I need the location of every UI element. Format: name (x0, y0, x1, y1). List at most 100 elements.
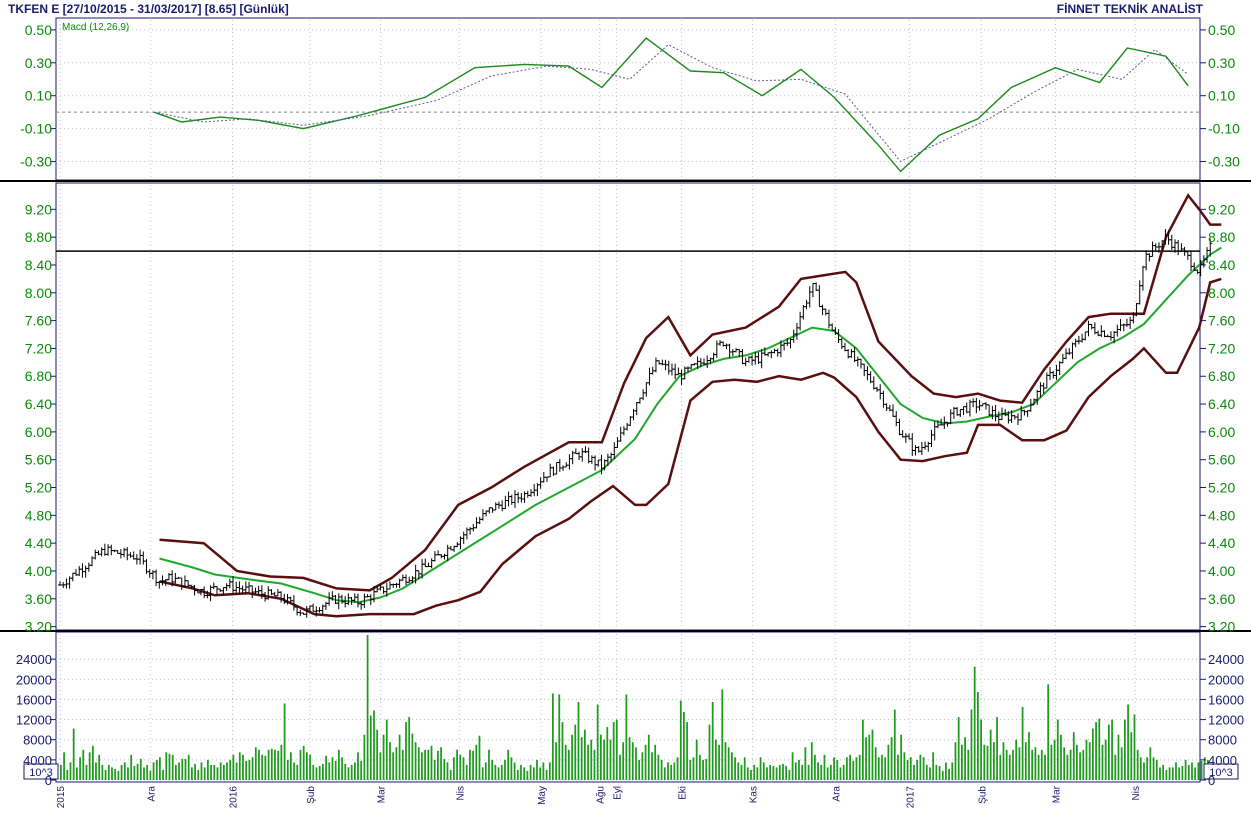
volume-bar (699, 754, 701, 780)
volume-bar (318, 765, 321, 780)
volume-bar (414, 742, 417, 780)
ohlc-bar (891, 404, 896, 417)
volume-bar (635, 747, 637, 780)
ohlc-bar (804, 299, 809, 310)
volume-bar (718, 744, 720, 780)
volume-bar (1079, 752, 1081, 780)
volume-bar (76, 767, 78, 780)
ohlc-bar (996, 411, 1001, 425)
macd-plot: Macd (12,26,9) (56, 22, 1200, 173)
y-tick-label-right: 4.40 (1208, 535, 1235, 551)
bollinger-middle-band (159, 246, 1222, 604)
y-tick-label-left: 3.60 (25, 591, 52, 607)
volume-bar (504, 759, 506, 780)
macd-line (153, 37, 1189, 173)
volume-bar (510, 757, 513, 780)
volume-bar (820, 764, 823, 780)
volume-bar (1037, 754, 1040, 780)
volume-bar (584, 729, 586, 780)
ohlc-bar (958, 409, 963, 417)
ohlc-bar (528, 489, 533, 497)
x-tick-label: Şub (306, 786, 317, 804)
x-tick-label: Eyl (612, 786, 623, 800)
volume-bar (283, 703, 286, 780)
volume-bar (574, 724, 577, 780)
volume-bar (1111, 719, 1113, 780)
volume-bar (715, 739, 717, 780)
volume-bar (315, 767, 318, 780)
volume-bar (897, 754, 899, 780)
volume-bar (973, 666, 976, 780)
volume-bar (814, 754, 816, 780)
volume-bar (865, 737, 867, 780)
ohlc-bar (381, 586, 386, 594)
volume-bar (842, 764, 845, 780)
volume-bar (507, 749, 510, 780)
y-tick-label-left: -0.30 (20, 154, 52, 170)
ohlc-bar (974, 397, 979, 414)
volume-bar (277, 750, 280, 780)
y-tick-label-left: 8.40 (25, 257, 52, 273)
ohlc-bar (125, 547, 130, 561)
ohlc-bar (118, 549, 123, 559)
volume-bar (523, 767, 526, 780)
x-tick-label: Şub (977, 786, 988, 804)
volume-bar (1146, 757, 1149, 780)
volume-bar (823, 754, 826, 780)
volume-bar (175, 764, 177, 780)
volume-bar (1044, 754, 1046, 780)
ohlc-bar (80, 563, 85, 578)
volume-bar (347, 767, 350, 780)
volume-bar (807, 764, 810, 780)
volume-bar (526, 770, 529, 780)
ohlc-bar (461, 531, 466, 544)
volume-bar (312, 764, 315, 780)
volume-bar (702, 759, 704, 780)
volume-bar (571, 734, 573, 780)
volume-bar (778, 764, 781, 780)
ohlc-bar (1137, 280, 1142, 305)
x-tick-label: Ara (147, 786, 158, 802)
volume-bar (667, 762, 669, 780)
volume-bar (344, 763, 347, 780)
volume-bar (558, 694, 561, 780)
axes: 10^3 10^3 2015 Ara 2016 Şub Mar Nis May Ağu Eyl E… (16, 22, 1244, 808)
ohlc-bar (231, 576, 236, 595)
ohlc-bar (807, 286, 812, 308)
ohlc-bar (1044, 372, 1049, 389)
volume-bar (462, 757, 465, 780)
bollinger-upper-band (159, 193, 1222, 592)
technical-analysis-chart: Macd (12,26,9) 10^3 10^3 2015 Ara 2016 Şub M… (0, 17, 1251, 808)
volume-bar (542, 762, 545, 780)
volume-bar (155, 759, 158, 780)
volume-bar (1184, 759, 1187, 780)
volume-bar (516, 769, 519, 780)
volume-bar (238, 752, 241, 780)
ohlc-bar (903, 433, 908, 443)
volume-bar (964, 737, 966, 780)
volume-bar (622, 742, 625, 780)
y-tick-label-right: 0 (1208, 773, 1215, 788)
volume-bar (804, 747, 807, 780)
ohlc-bar (871, 376, 876, 390)
y-tick-label-left: 8.80 (25, 229, 52, 245)
volume-bar (564, 744, 567, 780)
x-tick-label: Mar (377, 785, 388, 803)
ohlc-bar (480, 509, 485, 521)
volume-bar (88, 752, 91, 780)
ohlc-bar (211, 582, 216, 590)
ohlc-bar (1067, 348, 1072, 355)
ohlc-bar (106, 544, 111, 556)
ohlc-bar (913, 445, 918, 456)
volume-bar (280, 744, 283, 780)
ohlc-bar (512, 490, 517, 508)
y-tick-label-left: -0.10 (20, 121, 52, 137)
y-tick-label-left: 5.20 (25, 480, 52, 496)
ohlc-bar (311, 603, 316, 612)
ohlc-bar (432, 551, 437, 562)
volume-bar (555, 742, 557, 780)
volume-bar (274, 749, 276, 780)
volume-bar (491, 759, 494, 780)
ohlc-bar (1083, 331, 1088, 341)
ohlc-bar (1086, 320, 1091, 337)
